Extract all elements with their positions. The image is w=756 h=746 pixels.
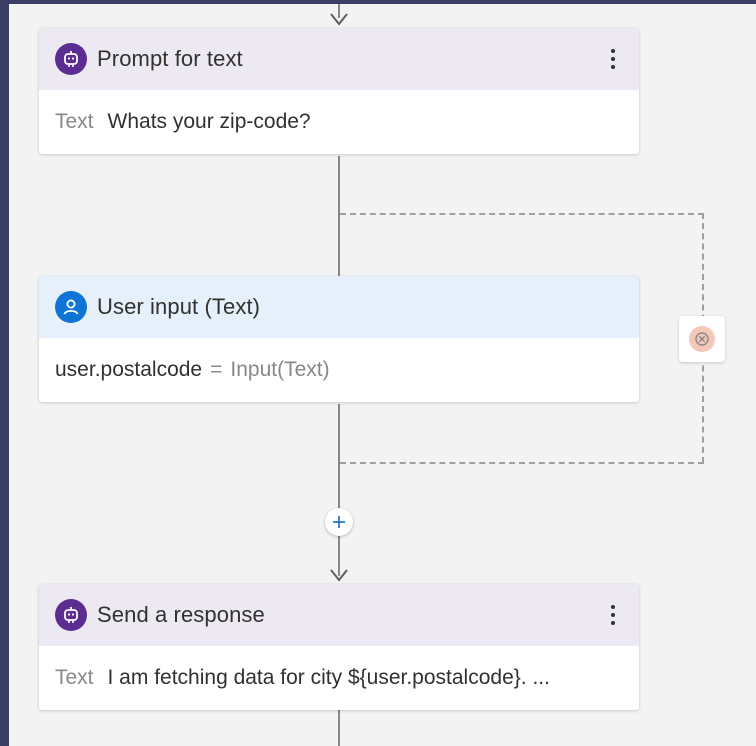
field-label: Text xyxy=(55,110,94,133)
connector-input-to-plus xyxy=(338,404,340,508)
node-body: Text I am fetching data for city ${user.… xyxy=(39,646,639,710)
node-title: User input (Text) xyxy=(97,294,261,319)
connector-prompt-to-input xyxy=(338,156,340,276)
flow-canvas: Prompt for text Text Whats your zip-code… xyxy=(9,4,756,746)
response-text-value: I am fetching data for city ${user.posta… xyxy=(107,666,550,689)
cancel-circle-icon xyxy=(689,326,715,352)
node-header: Send a response xyxy=(39,584,639,646)
node-title: Prompt for text xyxy=(97,46,243,71)
arrow-down-icon xyxy=(330,569,348,582)
user-input-node[interactable]: User input (Text) user.postalcode = Inpu… xyxy=(39,276,639,402)
input-expression: Input(Text) xyxy=(230,358,330,381)
person-icon xyxy=(55,291,87,323)
branch-dashed-top xyxy=(340,213,704,215)
node-header: User input (Text) xyxy=(39,276,639,338)
assignment-operator: = xyxy=(210,358,223,381)
plus-icon xyxy=(333,516,345,528)
branch-dashed-bottom xyxy=(340,462,704,464)
node-header: Prompt for text xyxy=(39,28,639,90)
node-body: user.postalcode = Input(Text) xyxy=(39,338,639,402)
prompt-text-value: Whats your zip-code? xyxy=(107,110,311,133)
connector-bottom xyxy=(338,710,340,746)
app-frame: Prompt for text Text Whats your zip-code… xyxy=(0,0,756,746)
send-response-node[interactable]: Send a response Text I am fetching data … xyxy=(39,584,639,710)
cancel-branch-button[interactable] xyxy=(679,316,725,362)
node-body: Text Whats your zip-code? xyxy=(39,90,639,154)
prompt-for-text-node[interactable]: Prompt for text Text Whats your zip-code… xyxy=(39,28,639,154)
add-step-button[interactable] xyxy=(325,508,353,536)
node-title: Send a response xyxy=(97,602,265,627)
more-vertical-icon[interactable] xyxy=(603,44,623,74)
arrow-down-icon xyxy=(330,13,348,26)
field-label: Text xyxy=(55,666,94,689)
bot-icon xyxy=(55,599,87,631)
more-vertical-icon[interactable] xyxy=(603,600,623,630)
bot-icon xyxy=(55,43,87,75)
variable-name: user.postalcode xyxy=(55,358,203,381)
